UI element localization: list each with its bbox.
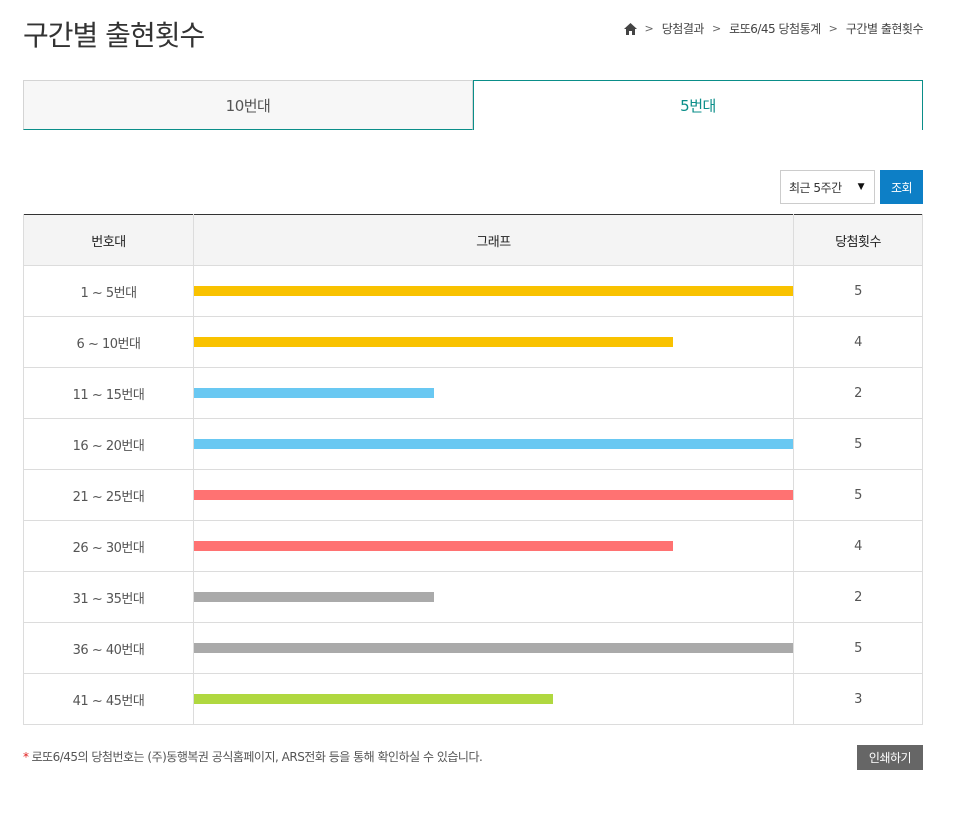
graph-cell	[193, 469, 794, 521]
count-cell: 5	[793, 469, 923, 521]
range-tabs: 10번대 5번대	[23, 80, 923, 130]
range-cell: 41 ~ 45번대	[23, 673, 194, 725]
count-cell: 5	[793, 418, 923, 470]
graph-cell	[193, 673, 794, 725]
graph-cell	[193, 265, 794, 317]
chevron-right-icon: >	[711, 22, 722, 35]
table-row: 21 ~ 25번대 5	[23, 469, 923, 521]
asterisk-mark: *	[23, 750, 29, 764]
count-cell: 4	[793, 316, 923, 368]
home-icon[interactable]	[623, 22, 637, 35]
count-bar	[194, 541, 674, 551]
range-stats-table: 번호대 그래프 당첨횟수 1 ~ 5번대 5 6 ~ 10번대 4 11 ~ 15번대 2…	[23, 214, 923, 725]
graph-cell	[193, 520, 794, 572]
header-graph: 그래프	[193, 214, 794, 266]
count-bar	[194, 490, 793, 500]
graph-cell	[193, 418, 794, 470]
table-row: 31 ~ 35번대 2	[23, 571, 923, 623]
table-row: 16 ~ 20번대 5	[23, 418, 923, 470]
range-cell: 21 ~ 25번대	[23, 469, 194, 521]
count-cell: 2	[793, 367, 923, 419]
range-cell: 16 ~ 20번대	[23, 418, 194, 470]
breadcrumb: > 당첨결과 > 로또6/45 당첨통계 > 구간별 출현횟수	[623, 20, 924, 37]
count-cell: 2	[793, 571, 923, 623]
caret-down-icon: ▼	[857, 182, 865, 192]
table-row: 1 ~ 5번대 5	[23, 265, 923, 317]
count-bar	[194, 439, 793, 449]
breadcrumb-item-current: 구간별 출현횟수	[845, 22, 924, 36]
footer-note-text: 로또6/45의 당첨번호는 (주)동행복권 공식홈페이지, ARS전화 등을 통…	[31, 750, 483, 764]
table-row: 36 ~ 40번대 5	[23, 622, 923, 674]
tab-5-range[interactable]: 5번대	[473, 80, 923, 130]
tab-10-range[interactable]: 10번대	[23, 80, 473, 130]
count-bar	[194, 694, 554, 704]
breadcrumb-item-statistics[interactable]: 로또6/45 당첨통계	[729, 20, 821, 37]
header-range: 번호대	[23, 214, 194, 266]
chevron-right-icon: >	[828, 22, 838, 35]
graph-cell	[193, 571, 794, 623]
print-button[interactable]: 인쇄하기	[857, 745, 923, 770]
range-cell: 31 ~ 35번대	[23, 571, 194, 623]
header-count: 당첨횟수	[793, 214, 923, 266]
range-cell: 36 ~ 40번대	[23, 622, 194, 674]
table-row: 26 ~ 30번대 4	[23, 520, 923, 572]
count-cell: 4	[793, 520, 923, 572]
table-header-row: 번호대 그래프 당첨횟수	[23, 214, 923, 266]
count-bar	[194, 592, 434, 602]
graph-cell	[193, 316, 794, 368]
count-bar	[194, 286, 793, 296]
chevron-right-icon: >	[644, 22, 654, 35]
count-cell: 5	[793, 622, 923, 674]
count-cell: 5	[793, 265, 923, 317]
count-bar	[194, 643, 793, 653]
range-cell: 1 ~ 5번대	[23, 265, 194, 317]
search-button[interactable]: 조회	[880, 170, 923, 204]
count-bar	[194, 337, 674, 347]
filter-bar: 최근 5주간 ▼ 조회	[780, 170, 923, 204]
period-select[interactable]: 최근 5주간 ▼	[780, 170, 875, 204]
graph-cell	[193, 622, 794, 674]
range-cell: 26 ~ 30번대	[23, 520, 194, 572]
footer-note: * 로또6/45의 당첨번호는 (주)동행복권 공식홈페이지, ARS전화 등을 …	[23, 748, 483, 765]
count-cell: 3	[793, 673, 923, 725]
graph-cell	[193, 367, 794, 419]
period-select-value: 최근 5주간	[789, 180, 842, 195]
table-body: 1 ~ 5번대 5 6 ~ 10번대 4 11 ~ 15번대 2 16 ~ 20번대 5 21 …	[23, 265, 923, 725]
table-row: 6 ~ 10번대 4	[23, 316, 923, 368]
table-row: 41 ~ 45번대 3	[23, 673, 923, 725]
count-bar	[194, 388, 434, 398]
page-title: 구간별 출현횟수	[23, 19, 205, 52]
range-cell: 6 ~ 10번대	[23, 316, 194, 368]
range-cell: 11 ~ 15번대	[23, 367, 194, 419]
table-row: 11 ~ 15번대 2	[23, 367, 923, 419]
breadcrumb-item-results[interactable]: 당첨결과	[662, 20, 705, 37]
